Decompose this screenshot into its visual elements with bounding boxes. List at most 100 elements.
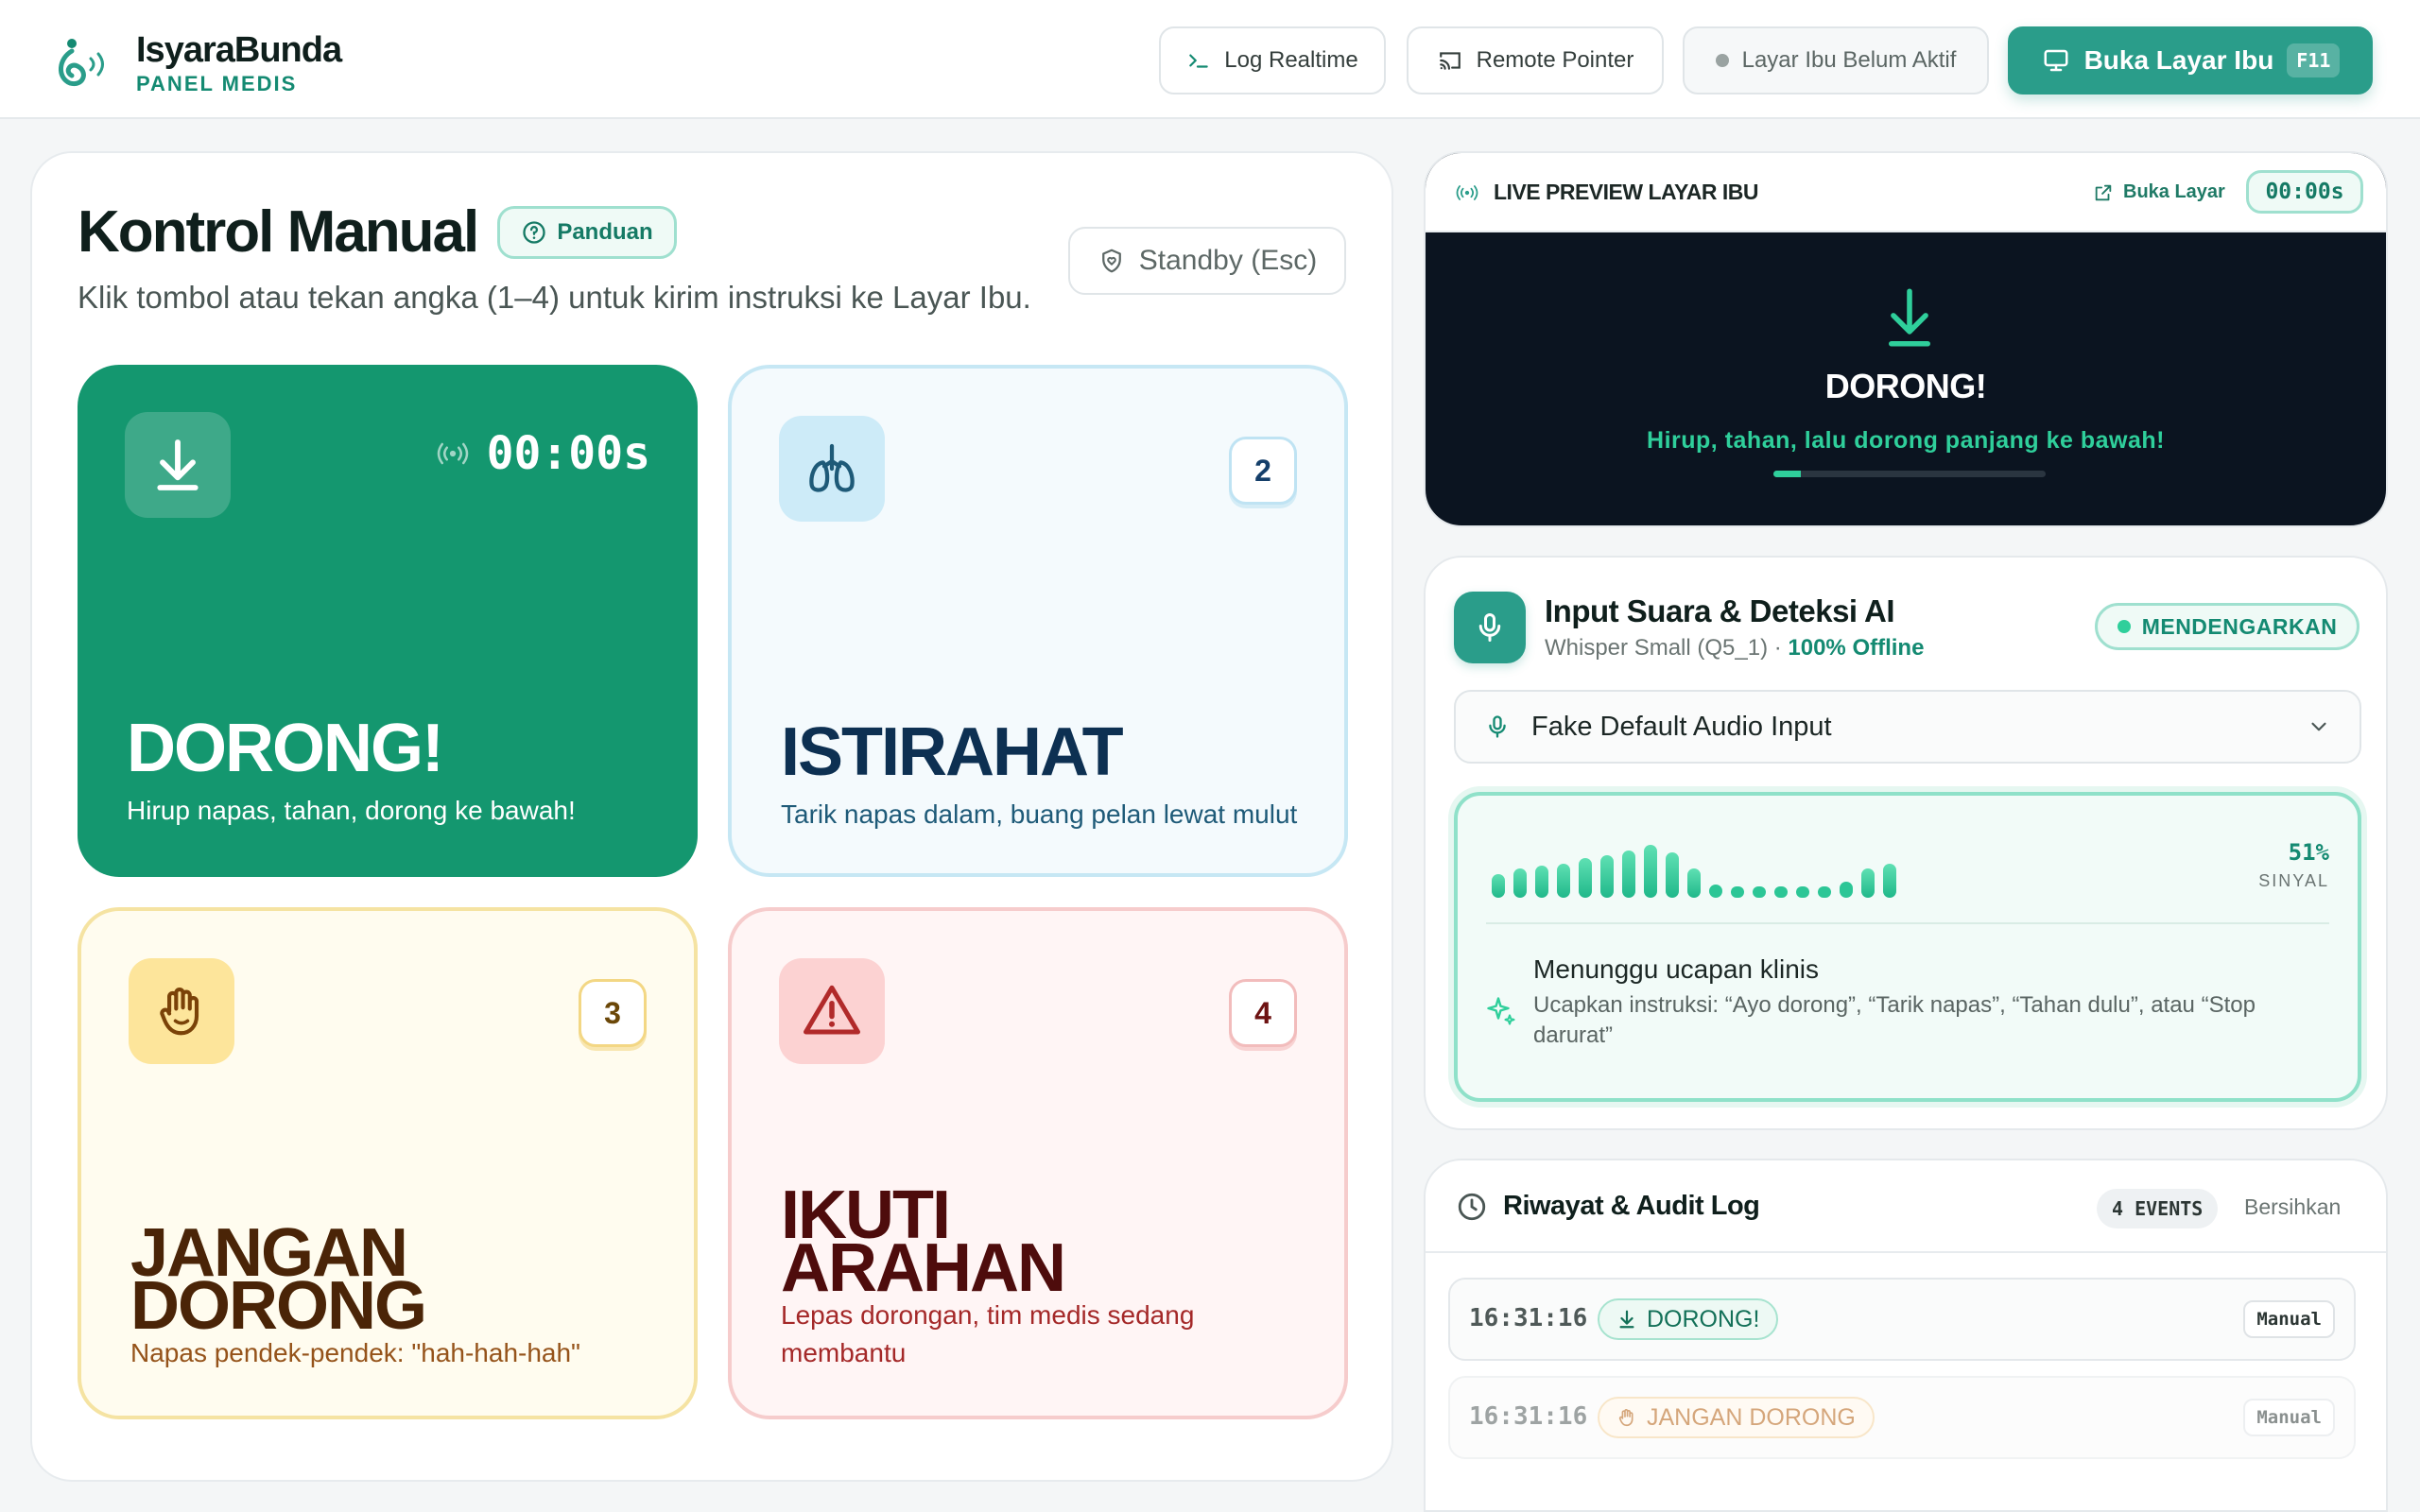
dont-push-shortcut-key: 3 bbox=[579, 979, 647, 1047]
audit-log-card: Riwayat & Audit Log 4 EVENTS Bersihkan 1… bbox=[1424, 1159, 2388, 1512]
log-event-tag: JANGAN DORONG bbox=[1598, 1397, 1875, 1438]
audio-level-bar bbox=[1709, 885, 1722, 898]
log-fade-overlay bbox=[1426, 1453, 2386, 1510]
voice-input-card: Input Suara & Deteksi AI Whisper Small (… bbox=[1424, 556, 2388, 1130]
live-preview-header: LIVE PREVIEW LAYAR IBU Buka Layar 00:00s bbox=[1426, 153, 2386, 232]
model-separator: · bbox=[1768, 635, 1789, 661]
dont-push-tile-title: JANGAN DORONG bbox=[130, 1219, 427, 1344]
rest-tile-desc: Tarik napas dalam, buang pelan lewat mul… bbox=[781, 799, 1298, 829]
standby-button[interactable]: Standby (Esc) bbox=[1068, 227, 1346, 295]
log-time: 16:31:16 bbox=[1469, 1402, 1588, 1431]
follow-tile-desc: Lepas dorongan, tim medis sedang membant… bbox=[781, 1297, 1194, 1372]
audio-level-bar bbox=[1774, 886, 1788, 898]
follow-desc-line1: Lepas dorongan, tim medis sedang bbox=[781, 1300, 1195, 1330]
open-mother-screen-button[interactable]: Buka Layar Ibu F11 bbox=[2008, 26, 2373, 94]
arrow-down-icon bbox=[157, 439, 199, 490]
signal-meter-panel: 51% SINYAL Menunggu ucapan klinis Ucapka… bbox=[1454, 792, 2361, 1102]
audio-level-bar bbox=[1622, 850, 1635, 898]
help-icon bbox=[523, 221, 545, 244]
follow-tile-title: IKUTI ARAHAN bbox=[781, 1181, 1066, 1302]
follow-instructions-tile[interactable]: 4 IKUTI ARAHAN Lepas dorongan, tim medis… bbox=[728, 907, 1348, 1419]
preview-instruction: DORONG! bbox=[1824, 367, 1987, 405]
audio-level-bar bbox=[1535, 866, 1548, 898]
audio-level-bar bbox=[1861, 868, 1875, 898]
meter-divider bbox=[1486, 922, 2329, 924]
rest-tile[interactable]: 2 ISTIRAHAT Tarik napas dalam, buang pel… bbox=[728, 365, 1348, 877]
remote-pointer-label: Remote Pointer bbox=[1476, 47, 1634, 73]
log-realtime-label: Log Realtime bbox=[1224, 47, 1358, 73]
log-realtime-button[interactable]: Log Realtime bbox=[1159, 26, 1386, 94]
voice-icon-box bbox=[1454, 592, 1526, 663]
heart-shield-icon bbox=[1101, 249, 1121, 273]
audio-level-bar bbox=[1600, 855, 1614, 898]
push-tile-title: DORONG! bbox=[127, 711, 444, 786]
live-preview-title: LIVE PREVIEW LAYAR IBU bbox=[1494, 180, 1758, 204]
audio-level-bar bbox=[1796, 886, 1809, 898]
audio-level-bar bbox=[1513, 868, 1527, 898]
rest-shortcut-key: 2 bbox=[1229, 437, 1297, 505]
audio-level-bar bbox=[1840, 882, 1853, 898]
rest-tile-title: ISTIRAHAT bbox=[781, 714, 1124, 790]
follow-desc-line2: membantu bbox=[781, 1338, 907, 1367]
log-source-badge: Manual bbox=[2243, 1399, 2335, 1436]
audio-level-bar bbox=[1666, 852, 1679, 898]
voice-model-info: Whisper Small (Q5_1) · 100% Offline bbox=[1545, 635, 1924, 662]
signal-label: SINYAL bbox=[2258, 871, 2329, 890]
audio-level-bar bbox=[1818, 886, 1831, 898]
page-title: Kontrol Manual bbox=[78, 199, 479, 265]
preview-progress-bar bbox=[1773, 471, 2046, 477]
log-event-label: DORONG! bbox=[1647, 1305, 1760, 1332]
external-link-icon bbox=[2095, 184, 2112, 200]
broadcast-icon bbox=[1456, 185, 1478, 200]
audio-level-bar bbox=[1731, 886, 1744, 898]
guide-label: Panduan bbox=[557, 219, 653, 245]
push-timer-value: 00:00s bbox=[486, 427, 650, 480]
dont-push-title-line2: DORONG bbox=[130, 1268, 427, 1344]
top-bar: IsyaraBunda PANEL MEDIS Log Realtime Rem… bbox=[0, 0, 2420, 119]
audio-level-bar bbox=[1883, 863, 1896, 898]
log-row: 16:31:16 JANGAN DORONG Manual bbox=[1448, 1376, 2356, 1459]
clock-icon bbox=[1458, 1193, 1486, 1221]
hand-icon bbox=[1618, 1409, 1634, 1427]
live-dot-icon bbox=[2117, 620, 2131, 633]
preview-instruction-detail: Hirup, tahan, lalu dorong panjang ke baw… bbox=[1647, 427, 2165, 454]
listening-status-badge: MENDENGARKAN bbox=[2095, 603, 2360, 650]
waiting-description: Ucapkan instruksi: “Ayo dorong”, “Tarik … bbox=[1533, 990, 2290, 1051]
dont-push-tile-desc: Napas pendek-pendek: "hah-hah-hah" bbox=[130, 1338, 580, 1367]
log-row: 16:31:16 DORONG! Manual bbox=[1448, 1278, 2356, 1361]
clear-log-button[interactable]: Bersihkan bbox=[2244, 1194, 2341, 1220]
rest-tile-icon-box bbox=[779, 416, 885, 522]
push-timer: 00:00s bbox=[434, 427, 650, 480]
microphone-icon bbox=[1478, 613, 1501, 642]
arrow-down-icon bbox=[1889, 288, 1930, 347]
live-preview-card: LIVE PREVIEW LAYAR IBU Buka Layar 00:00s… bbox=[1424, 151, 2388, 527]
arrow-down-icon bbox=[1619, 1310, 1634, 1329]
microphone-icon bbox=[1489, 715, 1506, 738]
open-screen-label: Buka Layar bbox=[2123, 181, 2225, 202]
page-subtitle: Klik tombol atau tekan angka (1–4) untuk… bbox=[78, 280, 1031, 315]
dont-push-tile[interactable]: 3 JANGAN DORONG Napas pendek-pendek: "ha… bbox=[78, 907, 698, 1419]
open-mother-screen-label: Buka Layar Ibu bbox=[2083, 45, 2274, 75]
remote-pointer-button[interactable]: Remote Pointer bbox=[1407, 26, 1664, 94]
audio-level-bar bbox=[1687, 868, 1701, 898]
open-screen-link[interactable]: Buka Layar bbox=[2093, 181, 2225, 203]
broadcast-icon bbox=[437, 442, 468, 465]
model-name: Whisper Small (Q5_1) bbox=[1545, 635, 1769, 661]
monitor-icon bbox=[2044, 49, 2068, 72]
log-time: 16:31:16 bbox=[1469, 1304, 1588, 1332]
audio-level-bar bbox=[1579, 858, 1592, 898]
brand-name: IsyaraBunda bbox=[136, 30, 342, 70]
log-event-label: JANGAN DORONG bbox=[1647, 1403, 1856, 1431]
waiting-title: Menunggu ucapan klinis bbox=[1533, 954, 1819, 984]
audio-device-value: Fake Default Audio Input bbox=[1531, 711, 1832, 742]
audio-device-select[interactable]: Fake Default Audio Input bbox=[1454, 690, 2361, 764]
signal-percentage: 51% bbox=[2288, 839, 2329, 866]
audit-log-title: Riwayat & Audit Log bbox=[1503, 1191, 1760, 1221]
guide-button[interactable]: Panduan bbox=[497, 206, 677, 259]
preview-timer: 00:00s bbox=[2246, 170, 2363, 214]
push-tile[interactable]: 00:00s DORONG! Hirup napas, tahan, doron… bbox=[78, 365, 698, 877]
push-tile-desc: Hirup napas, tahan, dorong ke bawah! bbox=[127, 796, 576, 825]
audio-level-bars bbox=[1492, 845, 1927, 898]
chevron-down-icon bbox=[2311, 722, 2326, 731]
follow-tile-icon-box bbox=[779, 958, 885, 1064]
